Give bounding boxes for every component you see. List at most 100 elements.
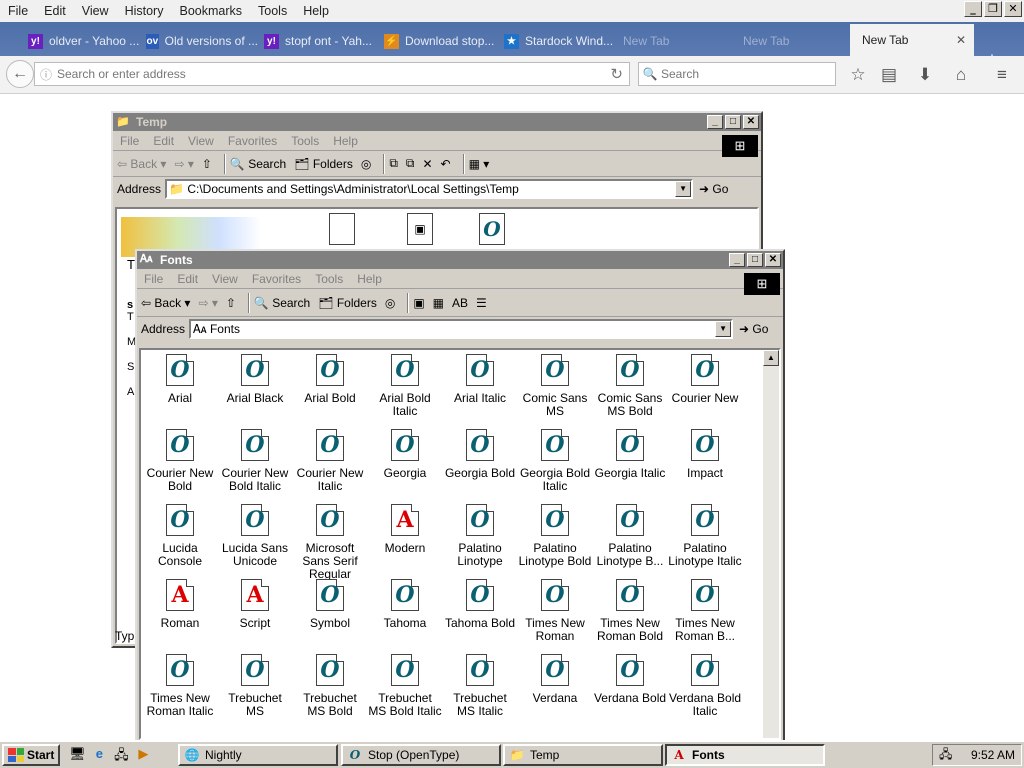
font-item[interactable]: O Arial	[143, 354, 217, 405]
menu-favorites[interactable]: Favorites	[221, 134, 284, 148]
close-button[interactable]: ✕	[1004, 1, 1022, 17]
fonts-titlebar[interactable]: 🗛 Fonts _ □ ✕	[137, 251, 783, 269]
reload-icon[interactable]: ↻	[610, 65, 623, 83]
close-button[interactable]: ✕	[743, 115, 759, 129]
font-item[interactable]: O Arial Bold	[293, 354, 367, 405]
temp-titlebar[interactable]: 📁 Temp _ □ ✕	[113, 113, 761, 131]
close-tab-icon[interactable]: ✕	[956, 33, 966, 47]
back-button[interactable]: ←	[6, 60, 34, 88]
task-stop-opentype[interactable]: O Stop (OpenType)	[341, 744, 501, 766]
font-item[interactable]: O Palatino Linotype Bold	[518, 504, 592, 568]
font-item[interactable]: O Times New Roman	[518, 579, 592, 643]
folders-button[interactable]: 🗂 Folders	[318, 296, 377, 310]
large-icons-view-button[interactable]: ▣	[413, 296, 424, 310]
text-file-icon[interactable]	[329, 213, 355, 245]
menu-tools[interactable]: Tools	[284, 134, 326, 148]
history-button[interactable]: ◎	[361, 157, 371, 171]
font-item[interactable]: O Verdana Bold Italic	[668, 654, 742, 718]
font-item[interactable]: O Trebuchet MS Bold	[293, 654, 367, 718]
dropdown-arrow-icon[interactable]: ▼	[675, 181, 692, 197]
move-to-button[interactable]: ⧉	[389, 156, 398, 171]
menu-file[interactable]: File	[137, 272, 170, 286]
installer-file-icon[interactable]: ▣	[407, 213, 433, 245]
history-button[interactable]: ◎	[385, 296, 395, 310]
up-folder-button[interactable]: ⇧	[202, 157, 212, 171]
forward-button[interactable]: ⇨ ▾	[198, 296, 217, 310]
menu-tools[interactable]: Tools	[250, 4, 295, 18]
font-item[interactable]: O Times New Roman Bold	[593, 579, 667, 643]
start-button[interactable]: Start	[2, 744, 61, 766]
maximize-button[interactable]: □	[725, 115, 741, 129]
tray-app-icon[interactable]: 🖧	[939, 745, 952, 766]
font-item[interactable]: O Courier New Bold	[143, 429, 217, 493]
go-button[interactable]: ➜ Go	[739, 322, 768, 336]
menu-favorites[interactable]: Favorites	[245, 272, 308, 286]
tab-new-tab-2[interactable]: New Tab	[735, 28, 855, 54]
font-item[interactable]: O Arial Italic	[443, 354, 517, 405]
go-button[interactable]: ➜ Go	[699, 182, 728, 196]
menu-edit[interactable]: Edit	[170, 272, 205, 286]
tab-oldver-yahoo[interactable]: y! oldver - Yahoo ...	[20, 28, 140, 54]
scroll-up-arrow-icon[interactable]: ▲	[763, 350, 779, 366]
font-item[interactable]: A Modern	[368, 504, 442, 555]
address-field[interactable]: 🗛 Fonts ▼	[189, 319, 734, 339]
font-file-icon[interactable]: O	[479, 213, 505, 245]
copy-to-button[interactable]: ⧉	[406, 156, 415, 171]
show-desktop-icon[interactable]: 🖥	[68, 746, 86, 764]
media-player-icon[interactable]: ▶	[134, 746, 152, 764]
minimize-button[interactable]: _	[707, 115, 723, 129]
back-button[interactable]: ⇦ Back ▾	[117, 157, 166, 171]
dropdown-arrow-icon[interactable]: ▼	[715, 321, 732, 337]
font-item[interactable]: O Verdana Bold	[593, 654, 667, 705]
font-item[interactable]: O Arial Bold Italic	[368, 354, 442, 418]
tab-new-tab-active[interactable]: New Tab ✕	[850, 24, 974, 56]
font-item[interactable]: O Georgia Italic	[593, 429, 667, 480]
undo-button[interactable]: ↶	[441, 157, 451, 171]
font-item[interactable]: O Tahoma Bold	[443, 579, 517, 630]
font-item[interactable]: O Lucida Console	[143, 504, 217, 568]
download-icon[interactable]: ⬇	[913, 65, 937, 85]
views-button[interactable]: ▦ ▾	[469, 157, 490, 171]
address-field[interactable]: 📁 C:\Documents and Settings\Administrato…	[165, 179, 694, 199]
restore-button[interactable]: ❐	[984, 1, 1002, 17]
menu-help[interactable]: Help	[326, 134, 365, 148]
close-button[interactable]: ✕	[765, 253, 781, 267]
font-item[interactable]: O Symbol	[293, 579, 367, 630]
task-temp[interactable]: 📁 Temp	[503, 744, 663, 766]
font-item[interactable]: O Comic Sans MS	[518, 354, 592, 418]
delete-button[interactable]: ✕	[422, 157, 432, 171]
font-item[interactable]: O Courier New	[668, 354, 742, 405]
hamburger-menu-icon[interactable]: ≡	[990, 65, 1014, 85]
list-view-button[interactable]: ▦	[433, 296, 444, 310]
minimize-button[interactable]: _	[964, 1, 982, 17]
font-item[interactable]: O Trebuchet MS Italic	[443, 654, 517, 718]
font-item[interactable]: O Trebuchet MS	[218, 654, 292, 718]
url-bar[interactable]: ⓘ Search or enter address ↻	[34, 62, 630, 86]
tab-download-stop[interactable]: ⚡ Download stop...	[376, 28, 496, 54]
menu-tools[interactable]: Tools	[308, 272, 350, 286]
up-folder-button[interactable]: ⇧	[226, 296, 236, 310]
tab-stardock[interactable]: ★ Stardock Wind...	[496, 28, 616, 54]
info-icon[interactable]: ⓘ	[35, 66, 57, 83]
font-item[interactable]: O Georgia Bold Italic	[518, 429, 592, 493]
tab-old-versions[interactable]: ov Old versions of ...	[138, 28, 258, 54]
menu-bookmarks[interactable]: Bookmarks	[171, 4, 250, 18]
font-item[interactable]: O Times New Roman Italic	[143, 654, 217, 718]
font-item[interactable]: A Script	[218, 579, 292, 630]
font-item[interactable]: O Palatino Linotype	[443, 504, 517, 568]
tab-stopfont-yahoo[interactable]: y! stopf ont - Yah...	[256, 28, 376, 54]
task-nightly[interactable]: 🌐 Nightly	[178, 744, 338, 766]
network-icon[interactable]: 🖧	[112, 746, 130, 764]
back-button[interactable]: ⇦ Back ▾	[141, 296, 190, 310]
menu-help[interactable]: Help	[350, 272, 389, 286]
search-button[interactable]: 🔍 Search	[254, 296, 310, 310]
menu-edit[interactable]: Edit	[146, 134, 181, 148]
font-item[interactable]: O Tahoma	[368, 579, 442, 630]
search-button[interactable]: 🔍 Search	[230, 157, 286, 171]
font-item[interactable]: O Impact	[668, 429, 742, 480]
similarity-view-button[interactable]: AB	[452, 296, 468, 310]
menu-file[interactable]: File	[0, 4, 36, 18]
task-fonts[interactable]: A Fonts	[665, 744, 825, 766]
menu-history[interactable]: History	[117, 4, 172, 18]
forward-button[interactable]: ⇨ ▾	[174, 157, 193, 171]
